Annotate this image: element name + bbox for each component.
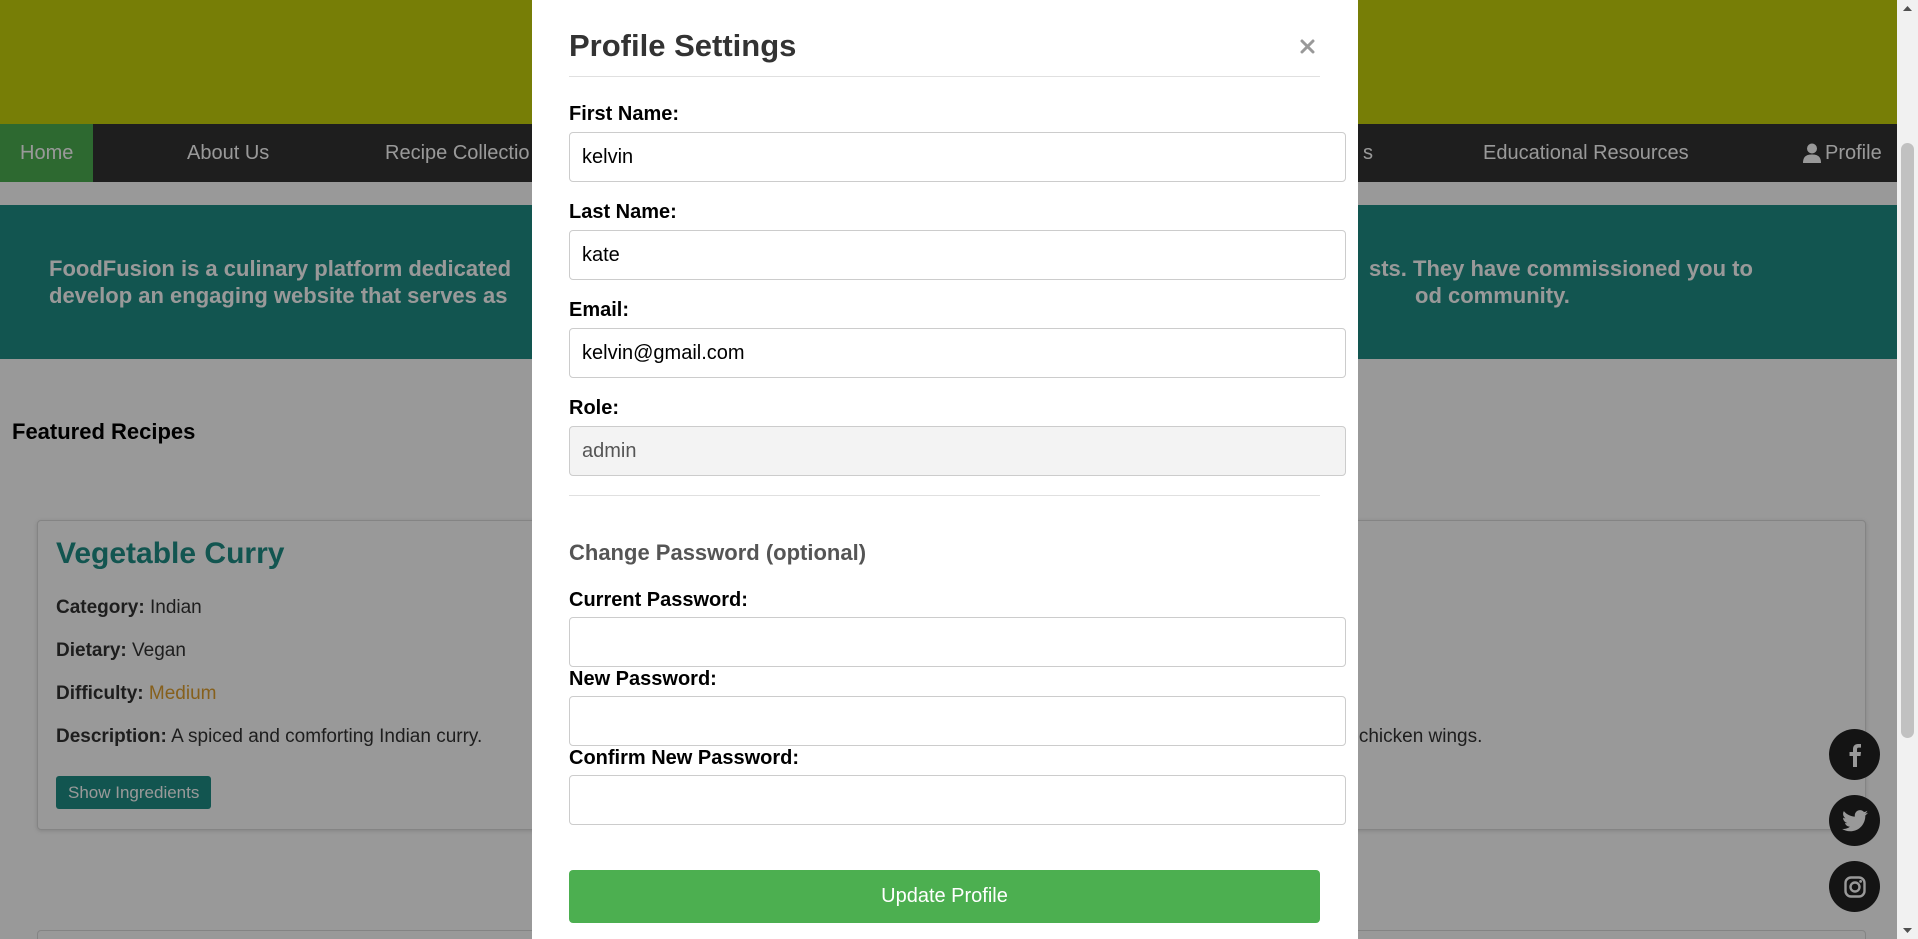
last-name-input[interactable]: [569, 230, 1346, 280]
role-input: [569, 426, 1346, 476]
scroll-down-arrow[interactable]: [1897, 922, 1918, 939]
change-password-heading: Change Password (optional): [569, 540, 867, 565]
close-icon: [1300, 39, 1314, 53]
profile-settings-modal: Profile Settings First Name: Last Name: …: [532, 0, 1358, 939]
new-password-input[interactable]: [569, 696, 1346, 746]
first-name-input[interactable]: [569, 132, 1346, 182]
confirm-password-label: Confirm New Password:: [569, 747, 800, 769]
chevron-up-icon: [1903, 6, 1912, 11]
modal-header-divider: [569, 76, 1320, 77]
modal-title: Profile Settings: [569, 28, 797, 63]
email-input[interactable]: [569, 328, 1346, 378]
section-divider: [569, 495, 1320, 496]
last-name-label: Last Name:: [569, 201, 677, 223]
chevron-down-icon: [1903, 928, 1912, 933]
update-profile-button[interactable]: Update Profile: [569, 870, 1320, 923]
role-label: Role:: [569, 397, 619, 419]
scroll-up-arrow[interactable]: [1897, 0, 1918, 17]
new-password-label: New Password:: [569, 668, 717, 690]
first-name-label: First Name:: [569, 103, 680, 125]
current-password-input[interactable]: [569, 617, 1346, 667]
email-label: Email:: [569, 299, 630, 321]
page-scrollbar[interactable]: [1897, 0, 1918, 939]
close-button[interactable]: [1294, 33, 1320, 59]
confirm-password-input[interactable]: [569, 775, 1346, 825]
current-password-label: Current Password:: [569, 589, 748, 611]
scrollbar-thumb[interactable]: [1901, 143, 1914, 738]
